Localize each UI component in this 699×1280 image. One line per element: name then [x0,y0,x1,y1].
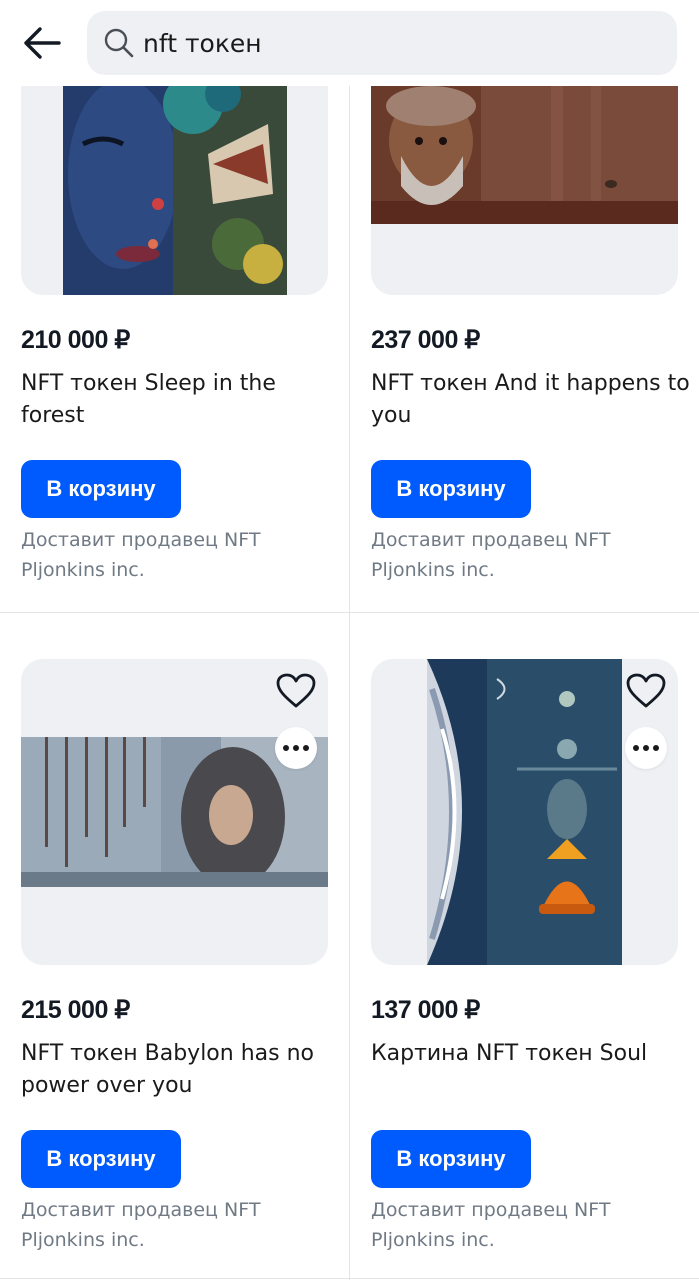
product-price: 215 000 ₽ [21,996,130,1024]
header [0,0,699,86]
product-card[interactable]: 215 000 ₽ NFT токен Babylon has no power… [0,613,349,1279]
more-options-button[interactable] [625,727,667,769]
seller-info: Доставит продавец NFT Pljonkins inc. [21,529,261,581]
more-dots-icon [633,745,639,751]
seller-info: Доставит продавец NFT Pljonkins inc. [371,529,611,581]
favorite-button[interactable] [624,669,668,713]
product-title[interactable]: Картина NFT токен Soul [371,1038,691,1070]
heart-icon [276,673,316,708]
seller-info: Доставит продавец NFT Pljonkins inc. [21,1199,261,1251]
back-button[interactable] [18,20,66,66]
artwork-portrait-image [371,86,678,224]
more-options-button[interactable] [275,727,317,769]
heart-icon [626,673,666,708]
product-price: 137 000 ₽ [371,996,480,1024]
seller-info: Доставит продавец NFT Pljonkins inc. [371,1199,611,1251]
search-icon [103,27,135,59]
product-image[interactable] [371,659,678,965]
product-card[interactable]: 237 000 ₽ NFT токен And it happens to yo… [350,0,699,612]
search-input[interactable] [143,28,643,58]
favorite-button[interactable] [274,669,318,713]
add-to-cart-button[interactable]: В корзину [21,1130,181,1188]
add-to-cart-button[interactable]: В корзину [371,1130,531,1188]
product-title[interactable]: NFT токен And it happens to you [371,368,691,432]
add-to-cart-button[interactable]: В корзину [371,460,531,518]
arrow-left-icon [24,27,61,59]
product-price: 237 000 ₽ [371,326,480,354]
product-title[interactable]: NFT токен Babylon has no power over you [21,1038,341,1102]
product-price: 210 000 ₽ [21,326,130,354]
more-dots-icon [283,745,289,751]
product-card[interactable]: 210 000 ₽ NFT токен Sleep in the forest … [0,0,349,612]
product-title[interactable]: NFT токен Sleep in the forest [21,368,341,432]
product-image[interactable] [21,659,328,965]
search-bar[interactable] [87,11,677,75]
add-to-cart-button[interactable]: В корзину [21,460,181,518]
artwork-meditation-image [427,659,622,965]
search-results-page: 210 000 ₽ NFT токен Sleep in the forest … [0,0,699,1280]
product-card[interactable]: 137 000 ₽ Картина NFT токен Soul В корзи… [350,613,699,1279]
